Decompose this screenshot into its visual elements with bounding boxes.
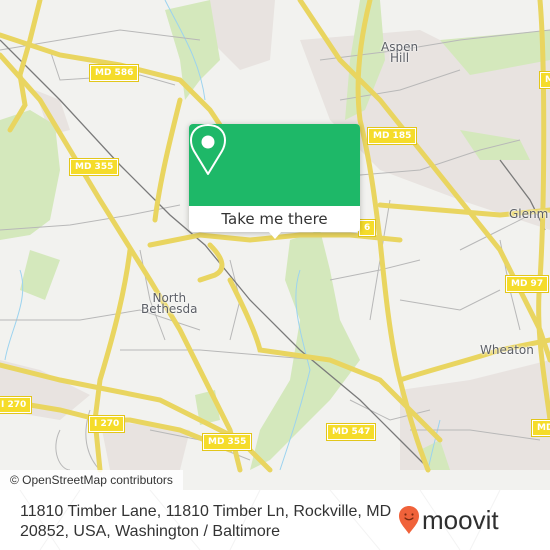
moovit-wordmark: moovit <box>422 504 499 535</box>
road-shield-md-partial: MD <box>530 419 550 437</box>
place-label-wheaton: Wheaton <box>480 343 534 357</box>
place-label-north-bethesda: North Bethesda <box>141 292 198 316</box>
popup-header[interactable] <box>189 124 360 206</box>
place-label-glenmont: Glenm <box>509 207 549 221</box>
map-pin-icon <box>190 124 226 175</box>
road-shield-i270: I 270 <box>87 415 126 433</box>
address-text: 11810 Timber Lane, 11810 Timber Ln, Rock… <box>20 503 392 540</box>
place-label-aspen-hill: Aspen Hill <box>381 41 418 65</box>
road-shield-md547: MD 547 <box>325 423 377 441</box>
road-shield-i270-left: I 270 <box>0 396 33 414</box>
moovit-pin-icon <box>399 506 419 534</box>
road-shield-md97: MD 97 <box>504 275 550 293</box>
popup-pointer <box>268 231 282 239</box>
map[interactable]: MD 586 MD 355 MD 185 MD 97 I 270 I 270 M… <box>0 0 550 550</box>
place-label-line: Bethesda <box>141 302 198 316</box>
road-shield-md355: MD 355 <box>68 158 120 176</box>
road-shield-partial-ne: M <box>539 71 550 89</box>
place-label-line: Wheaton <box>480 343 534 357</box>
road-shield-md185: MD 185 <box>366 127 418 145</box>
take-me-there-popup[interactable]: Take me there <box>189 124 360 239</box>
road-shield-md355-south: MD 355 <box>201 433 253 451</box>
footer: 11810 Timber Lane, 11810 Timber Ln, Rock… <box>0 490 550 550</box>
osm-attribution[interactable]: © OpenStreetMap contributors <box>0 470 183 490</box>
take-me-there-button[interactable]: Take me there <box>189 206 360 232</box>
road-shield-partial-6: 6 <box>357 219 377 237</box>
map-canvas[interactable] <box>0 0 550 550</box>
road-shield-md586: MD 586 <box>88 64 140 82</box>
moovit-logo[interactable]: moovit <box>398 504 499 536</box>
place-label-line: Hill <box>390 51 410 65</box>
place-label-line: Glenm <box>509 207 549 221</box>
